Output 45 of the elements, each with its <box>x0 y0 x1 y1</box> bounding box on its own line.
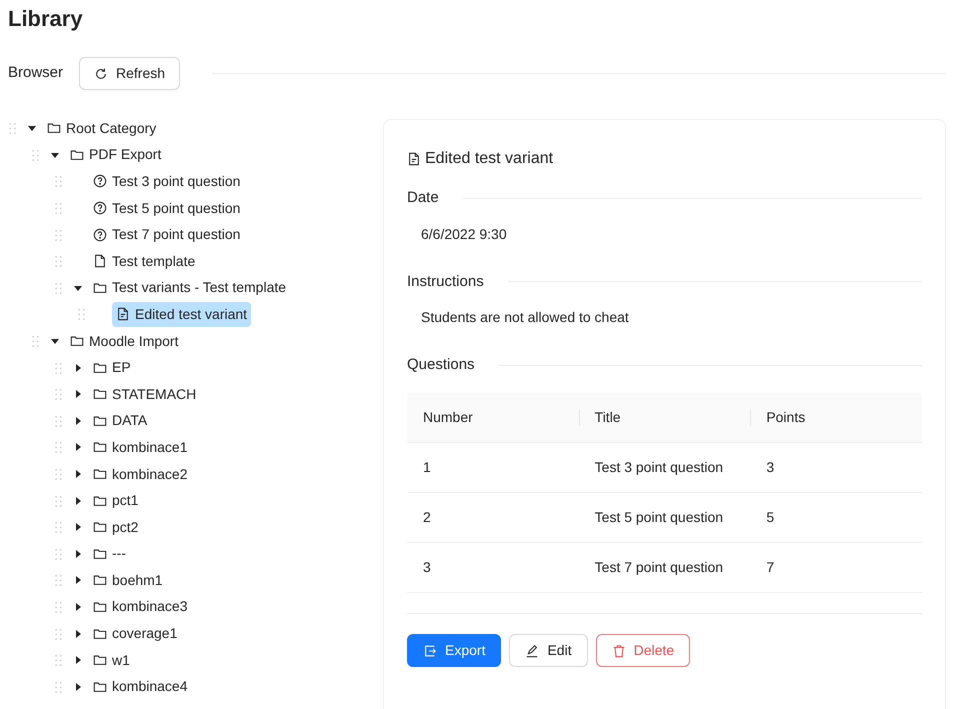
table-cell: Test 7 point question <box>578 542 750 592</box>
tree-item[interactable]: pct1 <box>89 488 142 514</box>
edit-button[interactable]: Edit <box>509 634 588 667</box>
page-title: Library <box>8 8 84 30</box>
export-button[interactable]: Export <box>407 634 502 667</box>
tree-item[interactable]: Test 5 point question <box>89 196 244 221</box>
tree-item[interactable]: EP <box>89 355 135 380</box>
column-header: Number <box>407 392 579 442</box>
table-cell: Test 5 point question <box>578 492 750 542</box>
table-cell: Test 3 point question <box>578 442 750 492</box>
tree-item[interactable]: Test 3 point question <box>89 168 244 194</box>
tree-item[interactable]: --- <box>89 541 130 566</box>
tree-item[interactable]: STATEMACH <box>89 382 200 407</box>
toolbar-label: Browser <box>8 63 64 84</box>
tree-item[interactable]: Test 7 point question <box>89 222 244 248</box>
tree-item[interactable]: Test variants - Test template <box>89 275 290 300</box>
tree-item[interactable]: Test template <box>89 248 200 274</box>
tree-item[interactable]: pct2 <box>89 514 142 540</box>
tree-item[interactable]: kombinace4 <box>89 674 192 700</box>
table-cell: 1 <box>407 442 579 492</box>
table-cell: 3 <box>750 442 922 492</box>
table-cell: 5 <box>750 492 922 542</box>
section-heading: Questions <box>407 355 475 375</box>
tree-item[interactable]: Edited test variant <box>112 302 252 327</box>
refresh-button[interactable]: Refresh <box>79 57 180 90</box>
tree-item[interactable]: Moodle Import <box>66 328 182 354</box>
tree-item[interactable]: coverage1 <box>89 621 182 646</box>
table-cell: 7 <box>750 542 922 592</box>
tree-item[interactable]: w1 <box>89 648 134 673</box>
section-value: Students are not allowed to cheat <box>420 308 630 327</box>
detail-title: Edited test variant <box>425 149 554 169</box>
tree-item[interactable]: DATA <box>89 408 152 434</box>
section-heading: Instructions <box>407 272 484 292</box>
tree-item[interactable]: kombinace2 <box>89 462 192 487</box>
tree-item[interactable]: Root Category <box>43 116 160 141</box>
tree-item[interactable]: kombinace3 <box>89 594 192 620</box>
column-header: Title <box>578 392 750 442</box>
column-header: Points <box>750 392 922 442</box>
table-cell: 2 <box>407 492 579 542</box>
table-cell: 3 <box>407 542 579 592</box>
tree-item[interactable]: kombinace1 <box>89 434 192 460</box>
section-heading: Date <box>407 188 439 208</box>
tree-item[interactable]: PDF Export <box>66 142 166 168</box>
tree-item[interactable]: boehm1 <box>89 568 167 593</box>
section-value: 6/6/2022 9:30 <box>420 224 508 244</box>
